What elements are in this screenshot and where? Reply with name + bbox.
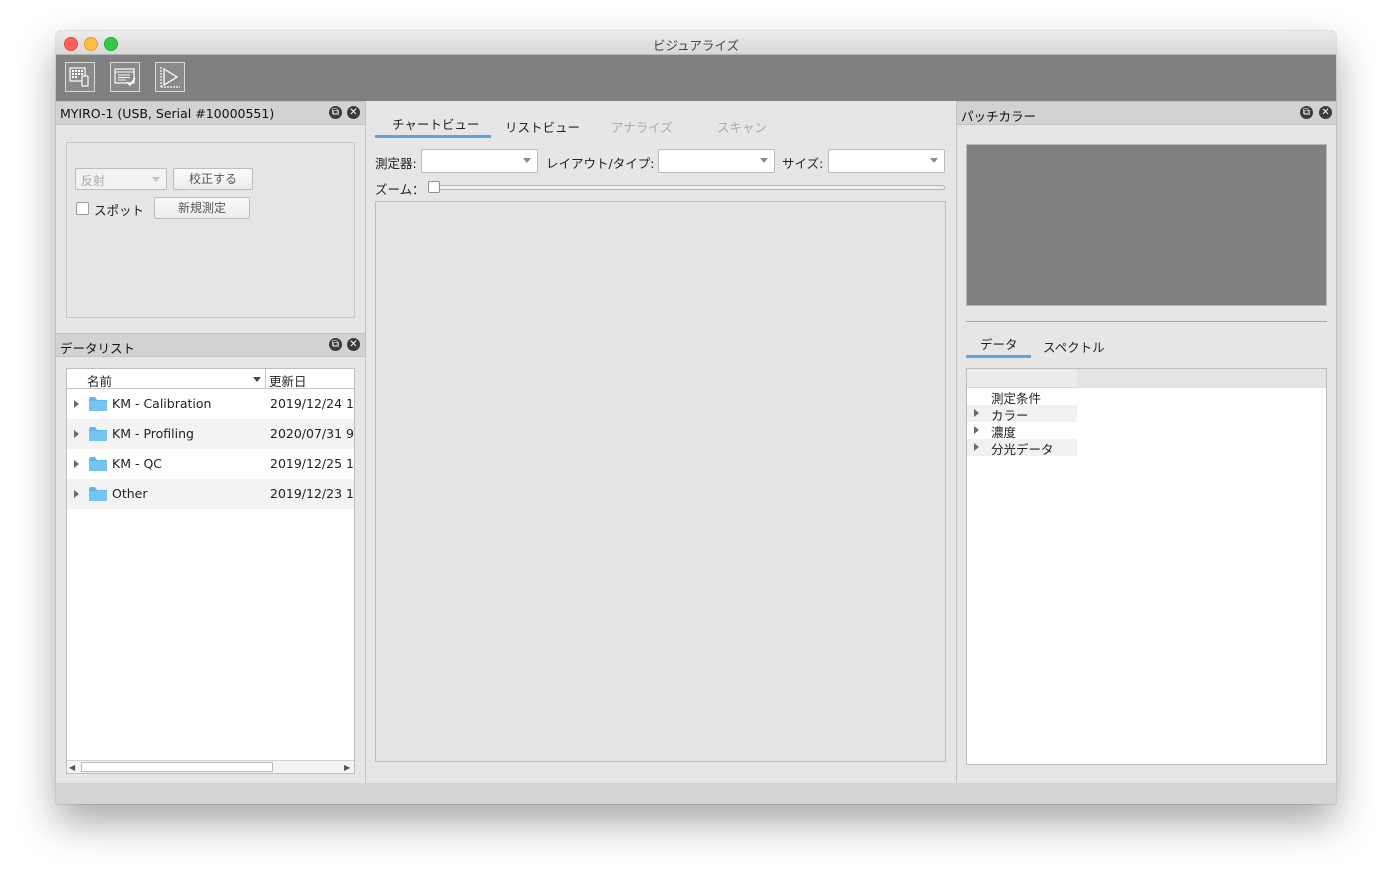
scrollbar-thumb[interactable] bbox=[81, 762, 273, 772]
instrument-label: 測定器: bbox=[375, 156, 417, 171]
size-select[interactable] bbox=[828, 149, 945, 173]
table-row[interactable]: KM - Calibration 2019/12/24 1 bbox=[67, 389, 354, 419]
disclosure-triangle-icon[interactable] bbox=[974, 426, 979, 434]
device-panel-header: MYIRO-1 (USB, Serial #10000551) ⧉ ✕ bbox=[56, 101, 365, 125]
device-panel-title: MYIRO-1 (USB, Serial #10000551) bbox=[60, 106, 275, 121]
tree-item-label: 分光データ bbox=[991, 442, 1054, 457]
zoom-slider-thumb[interactable] bbox=[428, 181, 440, 193]
folder-icon bbox=[89, 397, 107, 411]
row-name: Other bbox=[112, 486, 148, 501]
tab-spectrum[interactable]: スペクトル bbox=[1043, 337, 1105, 356]
instrument-select[interactable] bbox=[421, 149, 538, 173]
tree-item[interactable]: カラー bbox=[967, 405, 1077, 423]
sort-desc-icon bbox=[253, 377, 261, 382]
tree-header-col1 bbox=[967, 369, 1077, 388]
tab-data[interactable]: データ bbox=[980, 334, 1018, 353]
patch-panel-title: パッチカラー bbox=[961, 109, 1037, 124]
size-label: サイズ: bbox=[782, 156, 824, 171]
disclosure-triangle-icon[interactable] bbox=[74, 430, 79, 438]
mode-select-value: 反射 bbox=[81, 174, 106, 188]
chart-canvas[interactable] bbox=[375, 201, 946, 762]
disclosure-triangle-icon[interactable] bbox=[974, 409, 979, 417]
row-name: KM - Profiling bbox=[112, 426, 194, 441]
device-controls: 反射 校正する スポット 新規測定 bbox=[66, 142, 355, 318]
tree-item[interactable]: 分光データ bbox=[967, 439, 1077, 457]
row-name: KM - Calibration bbox=[112, 396, 212, 411]
spot-checkbox[interactable] bbox=[76, 202, 89, 215]
row-date: 2019/12/24 1 bbox=[270, 396, 354, 411]
table-row[interactable]: Other 2019/12/23 1 bbox=[67, 479, 354, 509]
tab-scan[interactable]: スキャン bbox=[717, 117, 767, 136]
title-bar: ビジュアライズ bbox=[56, 31, 1336, 55]
disclosure-triangle-icon[interactable] bbox=[74, 490, 79, 498]
column-divider bbox=[265, 369, 266, 389]
column-header-date[interactable]: 更新日 bbox=[269, 371, 307, 390]
divider bbox=[966, 321, 1327, 322]
tree-item[interactable]: 濃度 bbox=[967, 422, 1077, 440]
layout-type-select[interactable] bbox=[658, 149, 775, 173]
folder-icon bbox=[89, 457, 107, 471]
splitter-left[interactable] bbox=[365, 101, 366, 783]
chevron-down-icon bbox=[930, 158, 938, 163]
datalist-panel-title: データリスト bbox=[60, 341, 136, 356]
disclosure-triangle-icon[interactable] bbox=[74, 400, 79, 408]
detach-icon[interactable]: ⧉ bbox=[329, 106, 342, 119]
patch-panel-header: パッチカラー ⧉ ✕ bbox=[957, 101, 1336, 125]
tab-list-view[interactable]: リストビュー bbox=[505, 117, 580, 136]
calibrate-button[interactable]: 校正する bbox=[173, 168, 253, 190]
disclosure-triangle-icon[interactable] bbox=[74, 460, 79, 468]
datalist-panel-header: データリスト ⧉ ✕ bbox=[56, 333, 365, 357]
close-icon[interactable]: ✕ bbox=[347, 106, 360, 119]
active-tab-indicator bbox=[375, 135, 491, 138]
tree-item[interactable]: 測定条件 bbox=[967, 388, 1077, 406]
layout-type-label: レイアウト/タイプ: bbox=[546, 156, 655, 171]
row-date: 2020/07/31 9 bbox=[270, 426, 354, 441]
table-row[interactable]: KM - QC 2019/12/25 1 bbox=[67, 449, 354, 479]
tab-analyze[interactable]: アナライズ bbox=[611, 117, 673, 136]
row-date: 2019/12/25 1 bbox=[270, 456, 354, 471]
row-date: 2019/12/23 1 bbox=[270, 486, 354, 501]
mode-select[interactable]: 反射 bbox=[75, 168, 167, 190]
list-check-button[interactable] bbox=[110, 62, 140, 92]
play-chart-icon bbox=[160, 67, 180, 88]
status-bar bbox=[56, 783, 1336, 804]
patch-data-tree: 測定条件 カラー 濃度 分光データ bbox=[966, 368, 1327, 765]
measure-table-icon bbox=[69, 67, 89, 87]
detach-icon[interactable]: ⧉ bbox=[329, 338, 342, 351]
chevron-down-icon bbox=[760, 158, 768, 163]
close-icon[interactable]: ✕ bbox=[1319, 106, 1332, 119]
app-window: ビジュアライズ MYIRO-1 (USB, Serial #10000551) … bbox=[56, 31, 1336, 804]
close-icon[interactable]: ✕ bbox=[347, 338, 360, 351]
chevron-down-icon bbox=[523, 158, 531, 163]
toolbar bbox=[56, 55, 1336, 101]
measure-table-button[interactable] bbox=[65, 62, 95, 92]
list-check-icon bbox=[114, 68, 136, 87]
active-tab-indicator bbox=[966, 355, 1031, 358]
zoom-slider[interactable] bbox=[432, 185, 945, 190]
new-measure-button[interactable]: 新規測定 bbox=[154, 197, 250, 219]
scroll-right-icon[interactable]: ▶ bbox=[344, 763, 350, 772]
patch-color-swatch bbox=[966, 144, 1327, 306]
play-chart-button[interactable] bbox=[155, 62, 185, 92]
window-title: ビジュアライズ bbox=[652, 38, 739, 53]
detach-icon[interactable]: ⧉ bbox=[1300, 106, 1313, 119]
table-row[interactable]: KM - Profiling 2020/07/31 9 bbox=[67, 419, 354, 449]
chevron-down-icon bbox=[152, 177, 160, 182]
folder-icon bbox=[89, 427, 107, 441]
disclosure-triangle-icon[interactable] bbox=[974, 443, 979, 451]
splitter-right[interactable] bbox=[956, 101, 957, 783]
zoom-label: ズーム： bbox=[375, 182, 425, 197]
folder-icon bbox=[89, 487, 107, 501]
spot-label: スポット bbox=[94, 203, 145, 218]
tree-header-col2 bbox=[1077, 369, 1326, 388]
scroll-left-icon[interactable]: ◀ bbox=[69, 763, 75, 772]
data-list-table: 名前 更新日 KM - Calibration 2019/12/24 1 KM … bbox=[66, 368, 355, 774]
horizontal-scrollbar[interactable]: ◀ ▶ bbox=[67, 760, 354, 773]
column-header-name[interactable]: 名前 bbox=[87, 371, 112, 390]
row-name: KM - QC bbox=[112, 456, 163, 471]
table-header: 名前 更新日 bbox=[67, 369, 354, 389]
tab-chart-view[interactable]: チャートビュー bbox=[392, 114, 479, 133]
